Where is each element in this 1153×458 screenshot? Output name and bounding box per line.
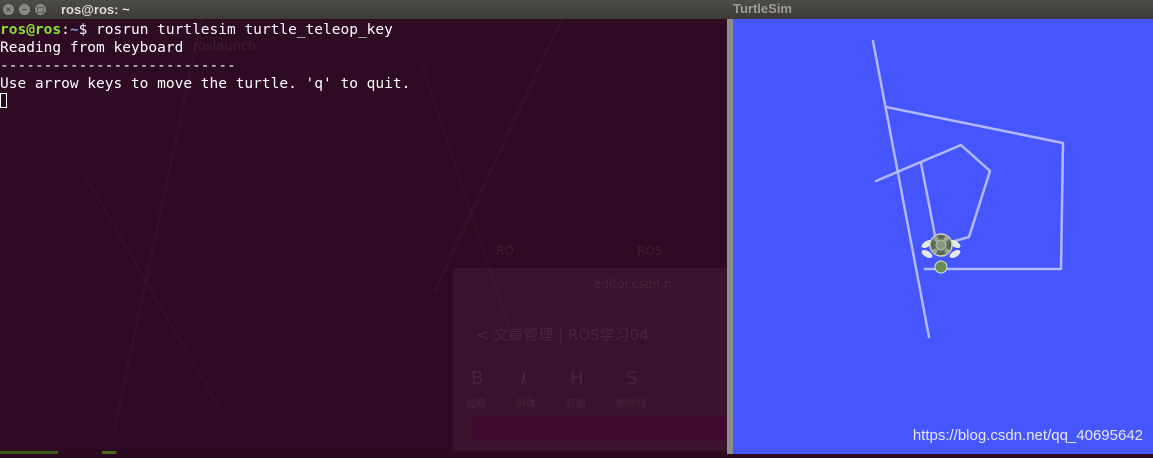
output-line: Use arrow keys to move the turtle. 'q' t… — [0, 76, 411, 92]
watermark-text: https://blog.csdn.net/qq_40695642 — [912, 427, 1143, 444]
ghost-text: editor.csdn.n — [594, 277, 672, 291]
turtlesim-canvas[interactable]: https://blog.csdn.net/qq_40695642 — [733, 19, 1153, 454]
terminal-titlebar[interactable]: × − □ ros@ros: ~ — [0, 0, 727, 19]
prompt-path: ~ — [69, 22, 79, 38]
turtlesim-title: TurtleSim — [733, 1, 792, 16]
ghost-text: B — [471, 368, 484, 389]
ghost-text: 斜体 — [516, 399, 536, 410]
ghost-text: I — [521, 368, 527, 389]
minimize-icon[interactable]: − — [19, 4, 30, 15]
close-icon[interactable]: × — [3, 4, 14, 15]
prompt-separator: : — [61, 22, 70, 38]
text-cursor — [0, 93, 7, 108]
ghost-text: < 文章管理 | ROS学习04 — [476, 326, 649, 344]
turtle-path-svg — [871, 39, 1065, 339]
terminal-title: ros@ros: ~ — [61, 2, 130, 17]
terminal-output[interactable]: ros@ros:~$ rosrun turtlesim turtle_teleo… — [0, 21, 410, 111]
turtle-path-line — [871, 39, 931, 339]
terminal-window[interactable]: × − □ ros@ros: ~ roslaunch RO ROS editor… — [0, 0, 727, 454]
terminal-body[interactable]: roslaunch RO ROS editor.csdn.n < 文章管理 | … — [0, 19, 727, 454]
ghost-text: RO — [496, 244, 514, 258]
maximize-icon[interactable]: □ — [35, 4, 46, 15]
turtle-path-line — [874, 143, 992, 248]
prompt-user: ros@ros — [0, 22, 62, 38]
ghost-text: S — [626, 368, 638, 389]
turtlesim-titlebar[interactable]: TurtleSim — [727, 0, 1153, 19]
ghost-text: 加粗 — [466, 399, 486, 410]
ghost-text: H — [570, 368, 584, 389]
ghost-text: 标题 — [566, 399, 586, 410]
output-line: Reading from keyboard — [0, 40, 184, 56]
output-line: --------------------------- — [0, 58, 236, 74]
ghost-editor-bar — [470, 417, 727, 441]
ghost-text: 删除线 — [616, 399, 646, 410]
command-text: rosrun turtlesim turtle_teleop_key — [96, 22, 393, 38]
ghost-text: ROS — [637, 244, 663, 258]
prompt-dollar: $ — [78, 22, 97, 38]
